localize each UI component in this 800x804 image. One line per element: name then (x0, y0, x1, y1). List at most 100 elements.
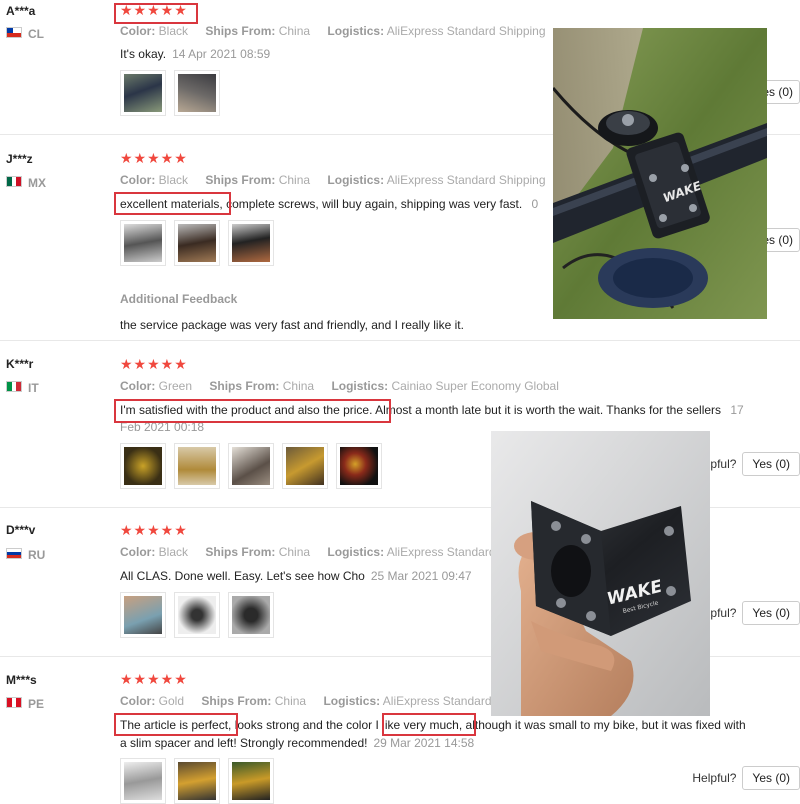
review-body: although it was small to my bike, but it… (465, 718, 746, 732)
color-label: Color: (120, 545, 156, 559)
logistics-value: AliExpress Standard Shipping (386, 173, 546, 187)
review-photo-thumb[interactable] (228, 758, 274, 804)
ships-from-label: Ships From: (205, 24, 276, 38)
review-country: RU (28, 548, 46, 562)
review-photo-thumb[interactable] (336, 443, 382, 489)
review-photo-thumb[interactable] (174, 592, 220, 638)
review-username: K***r (6, 357, 34, 371)
review-photo-thumb[interactable] (120, 592, 166, 638)
review-date: 0 (531, 197, 539, 211)
review-photo-thumb[interactable] (228, 220, 274, 266)
highlight-box (382, 713, 476, 736)
review-photo-thumb[interactable] (120, 220, 166, 266)
rating-stars: ★★★★★ (120, 150, 188, 166)
review-photo-thumb[interactable] (174, 758, 220, 804)
logistics-label: Logistics: (331, 379, 389, 393)
review-body: complete screws, will buy again, shippin… (226, 197, 523, 211)
color-label: Color: (120, 173, 156, 187)
color-label: Color: (120, 24, 156, 38)
flag-cl-icon (6, 27, 22, 38)
review-date: 14 Apr 2021 08:59 (172, 47, 271, 61)
helpful-row: lpful? Yes (0) (708, 452, 800, 476)
color-value: Gold (158, 694, 185, 708)
color-label: Color: (120, 379, 156, 393)
helpful-label: lpful? (707, 606, 737, 620)
overlay-photo-bike-stem[interactable]: WAKE (553, 28, 767, 319)
rating-stars: ★★★★★ (120, 671, 188, 687)
review-username: D***v (6, 523, 36, 537)
rating-stars: ★★★★★ (120, 522, 188, 538)
review-thumbnails (120, 758, 274, 804)
ships-from-value: China (278, 173, 311, 187)
helpful-yes-button[interactable]: Yes (0) (742, 601, 800, 625)
review-body: a slim spacer and left! Strongly recomme… (120, 736, 368, 750)
review-thumbnails (120, 220, 274, 266)
ships-from-value: China (282, 379, 315, 393)
review-body: It's okay. (120, 47, 167, 61)
helpful-label: Helpful? (692, 771, 737, 785)
color-value: Black (158, 545, 189, 559)
ships-from-label: Ships From: (205, 173, 276, 187)
logistics-label: Logistics: (327, 24, 385, 38)
flag-it-icon (6, 381, 22, 392)
review-date: 17 (730, 403, 744, 417)
review-meta: Color: Gold Ships From: China Logistics:… (120, 694, 517, 708)
review-photo-thumb[interactable] (282, 443, 328, 489)
logistics-value: AliExpress Standard S (382, 694, 503, 708)
review-photo-thumb[interactable] (120, 70, 166, 116)
logistics-value: AliExpress Standard Shipping (386, 24, 546, 38)
helpful-yes-button[interactable]: Yes (0) (742, 452, 800, 476)
review-photo-thumb[interactable] (120, 443, 166, 489)
review-photo-thumb[interactable] (174, 443, 220, 489)
logistics-value: Cainiao Super Economy Global (391, 379, 559, 393)
review-date: 29 Mar 2021 14:58 (373, 736, 475, 750)
helpful-yes-button[interactable]: Yes (0) (742, 766, 800, 790)
overlay-photo-hand-stem[interactable]: WAKE Best Bicycle (491, 431, 710, 716)
highlight-box (114, 399, 391, 423)
additional-feedback-title: Additional Feedback (120, 292, 238, 306)
review-photo-thumb[interactable] (120, 758, 166, 804)
highlight-box (114, 713, 238, 736)
review-thumbnails (120, 592, 274, 638)
review-photo-thumb[interactable] (228, 443, 274, 489)
logistics-label: Logistics: (323, 694, 381, 708)
review-text-line2: a slim spacer and left! Strongly recomme… (120, 734, 790, 752)
review-thumbnails (120, 70, 220, 116)
color-label: Color: (120, 694, 156, 708)
flag-mx-icon (6, 176, 22, 187)
review-photo-thumb[interactable] (174, 70, 220, 116)
review-meta: Color: Black Ships From: China Logistics… (120, 545, 521, 559)
rating-stars: ★★★★★ (120, 356, 188, 372)
ships-from-label: Ships From: (201, 694, 272, 708)
review-thumbnails (120, 443, 382, 489)
review-body: looks strong and the color (234, 718, 373, 732)
review-divider (0, 340, 800, 341)
review-date: 25 Mar 2021 09:47 (370, 569, 472, 583)
review-body: Almost a month late but it is worth the … (375, 403, 722, 417)
helpful-row: Helpful? Yes (0) (692, 766, 800, 790)
ships-from-label: Ships From: (205, 545, 276, 559)
review-username: J***z (6, 152, 33, 166)
color-value: Green (158, 379, 193, 393)
review-meta: Color: Black Ships From: China Logistics… (120, 24, 560, 38)
review-username: M***s (6, 673, 37, 687)
highlight-box (114, 192, 231, 215)
helpful-label: lpful? (707, 457, 737, 471)
highlight-box (114, 3, 198, 24)
helpful-row: lpful? Yes (0) (708, 601, 800, 625)
flag-ru-icon (6, 548, 22, 559)
logistics-label: Logistics: (327, 545, 385, 559)
review-body: All CLAS. Done well. Easy. Let's see how… (120, 569, 365, 583)
review-meta: Color: Black Ships From: China Logistics… (120, 173, 560, 187)
review-country: PE (28, 697, 45, 711)
ships-from-value: China (274, 694, 307, 708)
review-country: CL (28, 27, 44, 41)
hand-stem-photo-icon: WAKE Best Bicycle (491, 431, 710, 716)
review-country: MX (28, 176, 46, 190)
logistics-value: AliExpress Standard S (386, 545, 507, 559)
ships-from-label: Ships From: (209, 379, 280, 393)
color-value: Black (158, 173, 189, 187)
review-photo-thumb[interactable] (174, 220, 220, 266)
review-photo-thumb[interactable] (228, 592, 274, 638)
logistics-label: Logistics: (327, 173, 385, 187)
